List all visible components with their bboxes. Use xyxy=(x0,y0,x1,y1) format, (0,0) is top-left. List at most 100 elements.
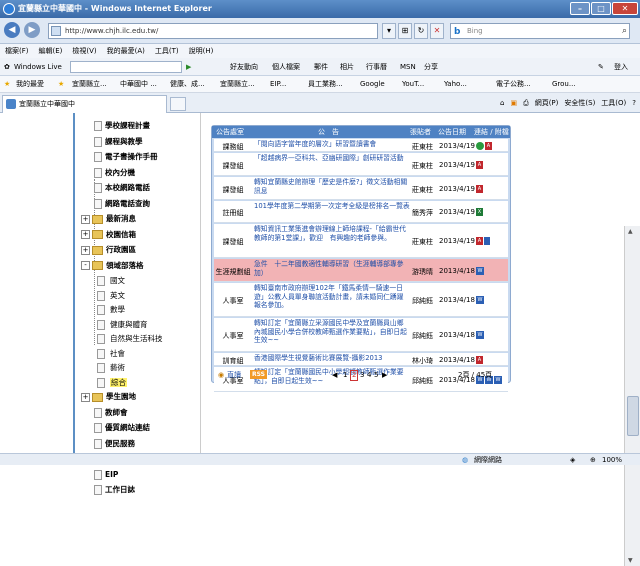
add-favorite-icon[interactable]: ★ xyxy=(58,76,64,92)
search-input[interactable]: b Bing ⌕ xyxy=(450,23,630,39)
dropdown-icon[interactable]: ▾ xyxy=(382,23,396,39)
minimize-button[interactable]: – xyxy=(570,2,590,15)
pdf-icon[interactable]: A xyxy=(476,237,483,245)
row-title-link[interactable]: 轉知資訊工業策進會辦理線上師培課程-「給霸世代教師的第1堂課」，歡迎 有興趣的老… xyxy=(254,225,410,242)
fav-item[interactable]: 電子公務... xyxy=(496,76,531,92)
cmd-page[interactable]: 網頁(P) xyxy=(535,93,559,113)
zoom-level[interactable]: 100% xyxy=(602,454,622,466)
row-title-link[interactable]: 「閱向語字當年度的層次」研習暨讀書會 xyxy=(254,140,410,149)
cmd-safety[interactable]: 安全性(S) xyxy=(564,93,595,113)
row-title-link[interactable]: 「超越病界—亞科共、亞幽研國際」創研研習活動 xyxy=(254,154,410,163)
sidebar-subitem[interactable]: 英文 xyxy=(97,288,125,303)
read-link[interactable]: 直讀 xyxy=(227,366,241,384)
sidebar-item[interactable]: 電子書操作手冊 xyxy=(81,149,158,164)
wl-link-mail[interactable]: 郵件 xyxy=(314,58,328,76)
menu-help[interactable]: 說明(H) xyxy=(189,44,214,58)
sidebar-item[interactable]: 便民服務 xyxy=(81,436,135,451)
scroll-down-icon[interactable]: ▼ xyxy=(628,557,633,564)
sidebar-item[interactable]: + 行政園區 xyxy=(81,242,136,257)
sidebar-subitem[interactable]: 自然與生活科技 xyxy=(97,331,163,346)
feeds-icon[interactable]: ▣ xyxy=(510,93,517,113)
wl-link-photos[interactable]: 相片 xyxy=(340,58,354,76)
sidebar-item[interactable]: - 領域部落格 xyxy=(81,258,144,273)
refresh-icon[interactable]: ↻ xyxy=(414,23,428,39)
page-link[interactable]: 5 xyxy=(374,366,378,384)
page-link[interactable]: 3 xyxy=(360,366,364,384)
link-icon[interactable] xyxy=(476,141,484,150)
excel-icon[interactable]: X xyxy=(476,208,483,216)
windows-live-search[interactable] xyxy=(70,61,182,73)
sidebar-subitem[interactable]: 健康與體育 xyxy=(97,317,148,332)
sidebar-item[interactable]: 校內分機 xyxy=(81,165,135,180)
page-current[interactable]: 2 xyxy=(350,370,359,381)
row-title-link[interactable]: 轉知臺南市政府辦理102年「鐵馬柔情—騎速一日遊」公教人員單身聯誼活動計畫，請未… xyxy=(254,284,410,310)
help-icon[interactable]: ? xyxy=(632,93,636,113)
pencil-icon[interactable]: ✎ xyxy=(598,58,604,76)
menu-favorites[interactable]: 我的最愛(A) xyxy=(107,44,145,58)
wl-link-msn[interactable]: MSN xyxy=(400,58,416,76)
cmd-tools[interactable]: 工具(O) xyxy=(601,93,626,113)
search-icon[interactable]: ⌕ xyxy=(622,24,627,38)
sidebar-subitem[interactable]: 藝術 xyxy=(97,360,125,375)
menu-file[interactable]: 檔案(F) xyxy=(5,44,29,58)
sidebar-subitem[interactable]: 社會 xyxy=(97,346,125,361)
fav-item[interactable]: Grou... xyxy=(552,76,576,92)
rss-button[interactable]: RSS xyxy=(250,370,267,379)
sidebar-item[interactable]: 本校網路電話 xyxy=(81,180,150,195)
save-icon[interactable] xyxy=(484,237,490,245)
sidebar-item[interactable]: 工作日誌 xyxy=(81,482,135,497)
fav-item[interactable]: 健康、成... xyxy=(170,76,205,92)
pdf-icon[interactable]: A xyxy=(476,184,483,193)
word-icon[interactable]: W xyxy=(476,266,484,275)
page-link[interactable]: 1 xyxy=(343,366,347,384)
expand-icon[interactable]: + xyxy=(81,214,90,224)
forward-icon[interactable]: ▶ xyxy=(24,22,40,38)
sidebar-item[interactable]: + 校園信箱 xyxy=(81,227,136,242)
scroll-thumb[interactable] xyxy=(627,396,639,436)
word-icon[interactable]: W xyxy=(476,296,484,304)
sidebar-subitem[interactable]: 數學 xyxy=(97,302,125,317)
page-prev-icon[interactable]: ◀ xyxy=(332,366,337,384)
fav-item[interactable]: Yaho... xyxy=(444,76,467,92)
fav-item[interactable]: Google xyxy=(360,76,385,92)
wl-link-profile[interactable]: 個人檔案 xyxy=(272,58,300,76)
sidebar-item[interactable]: + 學生園地 xyxy=(81,389,136,404)
pdf-icon[interactable]: A xyxy=(476,160,483,169)
page-next-icon[interactable]: ▶ xyxy=(382,366,387,384)
fav-item[interactable]: YouT... xyxy=(402,76,424,92)
sidebar-item[interactable]: + 最新消息 xyxy=(81,211,136,226)
stop-icon[interactable]: ✕ xyxy=(430,23,444,39)
row-title-link[interactable]: 轉知訂定「宜蘭縣立采源國民中學及宜蘭縣員山鄉內城國民小學合併校教師甄選作業要點」… xyxy=(254,319,410,345)
favorites-star-icon[interactable]: ★ xyxy=(4,76,10,92)
live-search-icon[interactable]: ▶ xyxy=(186,58,191,76)
favorites-label[interactable]: 我的最愛 xyxy=(16,76,44,92)
back-icon[interactable]: ◀ xyxy=(4,22,20,38)
pdf-icon[interactable]: A xyxy=(485,141,492,150)
expand-icon[interactable]: + xyxy=(81,392,90,402)
sidebar-item[interactable]: 課程與教學 xyxy=(81,134,143,149)
sidebar-item[interactable]: EIP xyxy=(81,467,118,482)
sidebar-item[interactable]: 教師會 xyxy=(81,405,128,420)
sidebar-subitem[interactable]: 國文 xyxy=(97,273,125,288)
row-title-link[interactable]: 急件 十二年國教適性輔導研習（生涯輔導部專參加） xyxy=(254,260,410,277)
menu-edit[interactable]: 編輯(E) xyxy=(39,44,63,58)
sidebar-item[interactable]: 學校課程計畫 xyxy=(81,118,150,133)
menu-view[interactable]: 檢視(V) xyxy=(72,44,96,58)
vertical-scrollbar[interactable]: ▲ ▼ xyxy=(624,226,640,566)
address-input[interactable]: http://www.chjh.ilc.edu.tw/ xyxy=(48,23,378,39)
sidebar-item[interactable]: 優質網站連結 xyxy=(81,420,150,435)
menu-tools[interactable]: 工具(T) xyxy=(155,44,179,58)
fav-item[interactable]: 員工業務... xyxy=(308,76,343,92)
fav-item[interactable]: 宜蘭縣立... xyxy=(72,76,107,92)
fav-item[interactable]: 中華國中 ... xyxy=(120,76,157,92)
fav-item[interactable]: EIP... xyxy=(270,76,286,92)
page-link[interactable]: 4 xyxy=(367,366,371,384)
row-title-link[interactable]: 香港國際學生視覺藝術比賽展覽-攝影2013 xyxy=(254,354,410,363)
compat-icon[interactable]: ⊞ xyxy=(398,23,412,39)
row-title-link[interactable]: 101學年度第二學期第一次定考全級是榜排名一覽表 xyxy=(254,202,410,211)
tab-current[interactable]: 宜蘭縣立中華國中 xyxy=(2,95,167,113)
wl-link-calendar[interactable]: 行事曆 xyxy=(366,58,387,76)
word-icon[interactable]: W xyxy=(476,331,484,339)
fav-item[interactable]: 宜蘭縣立... xyxy=(220,76,255,92)
signin-link[interactable]: 登入 xyxy=(614,58,628,76)
